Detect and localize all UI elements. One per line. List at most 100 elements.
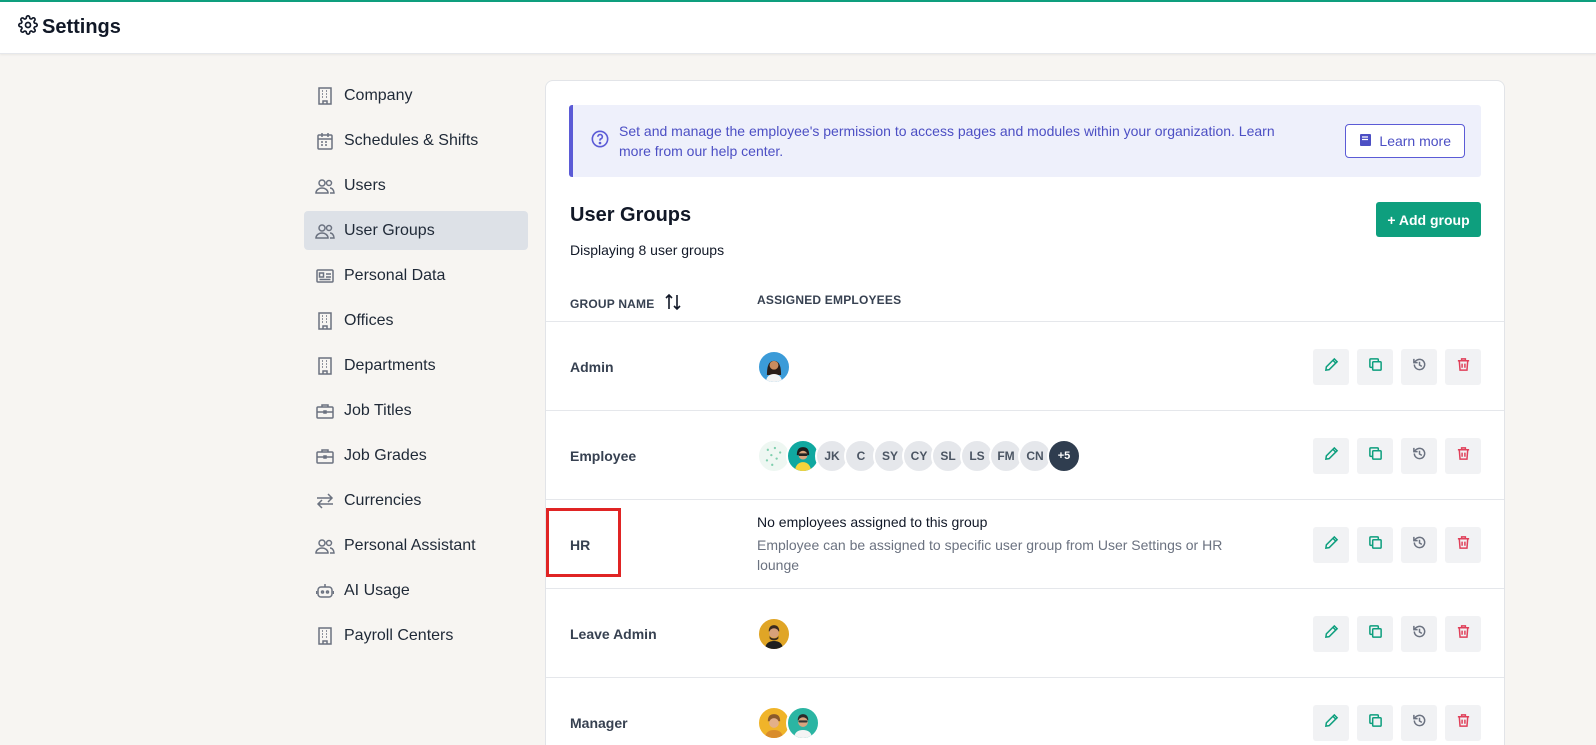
sidebar-item-departments[interactable]: Departments (304, 346, 528, 385)
group-name[interactable]: Admin (570, 322, 614, 411)
building-icon (314, 355, 336, 377)
delete-button[interactable] (1445, 437, 1481, 474)
avatar[interactable] (786, 705, 820, 740)
sidebar-item-label: Job Titles (344, 401, 412, 419)
table-row: Employee JK C SY CY SL LS FM CN +5 (546, 410, 1504, 499)
history-button[interactable] (1401, 615, 1437, 652)
info-banner: Set and manage the employee's permission… (569, 105, 1481, 177)
edit-button[interactable] (1313, 615, 1349, 652)
edit-button[interactable] (1313, 437, 1349, 474)
history-icon (1412, 713, 1427, 733)
edit-button[interactable] (1313, 704, 1349, 741)
sidebar-item-job-titles[interactable]: Job Titles (304, 391, 528, 430)
sidebar-item-label: AI Usage (344, 581, 410, 599)
trash-icon (1456, 713, 1471, 733)
sidebar-item-label: User Groups (344, 221, 435, 239)
trash-icon (1456, 535, 1471, 555)
sidebar-item-job-grades[interactable]: Job Grades (304, 436, 528, 475)
column-header-assigned-employees: ASSIGNED EMPLOYEES (757, 293, 901, 307)
history-icon (1412, 535, 1427, 555)
assigned-employees (757, 322, 791, 411)
edit-button[interactable] (1313, 526, 1349, 563)
sidebar-item-users[interactable]: Users (304, 166, 528, 205)
history-button[interactable] (1401, 348, 1437, 385)
book-icon (1359, 133, 1372, 150)
section-title: User Groups (570, 204, 692, 226)
learn-more-label: Learn more (1379, 133, 1451, 149)
duplicate-button[interactable] (1357, 437, 1393, 474)
add-group-button[interactable]: + Add group (1376, 202, 1481, 237)
empty-state-title: No employees assigned to this group (757, 514, 988, 530)
users-icon (314, 220, 336, 242)
history-button[interactable] (1401, 437, 1437, 474)
duplicate-button[interactable] (1357, 348, 1393, 385)
copy-icon (1368, 713, 1383, 733)
more-avatars-badge[interactable]: +5 (1047, 438, 1081, 473)
history-button[interactable] (1401, 704, 1437, 741)
column-header-label: GROUP NAME (570, 296, 655, 311)
duplicate-button[interactable] (1357, 704, 1393, 741)
column-header-label: ASSIGNED EMPLOYEES (757, 293, 902, 307)
robot-icon (314, 580, 336, 602)
learn-more-button[interactable]: Learn more (1345, 124, 1465, 158)
id-card-icon (314, 265, 336, 287)
sidebar-item-schedules[interactable]: Schedules & Shifts (304, 121, 528, 160)
group-name[interactable]: Employee (570, 411, 636, 500)
edit-button[interactable] (1313, 348, 1349, 385)
trash-icon (1456, 446, 1471, 466)
trash-icon (1456, 357, 1471, 377)
sidebar-item-currencies[interactable]: Currencies (304, 481, 528, 520)
sidebar-item-label: Currencies (344, 491, 422, 509)
sidebar-item-payroll-centers[interactable]: Payroll Centers (304, 616, 528, 655)
delete-button[interactable] (1445, 348, 1481, 385)
avatar[interactable] (757, 349, 791, 384)
briefcase-icon (314, 400, 336, 422)
sidebar-item-offices[interactable]: Offices (304, 301, 528, 340)
duplicate-button[interactable] (1357, 615, 1393, 652)
table-row: Manager (546, 677, 1504, 745)
delete-button[interactable] (1445, 526, 1481, 563)
page-title: Settings (42, 16, 121, 38)
sidebar-item-company[interactable]: Company (304, 76, 528, 115)
exchange-icon (314, 490, 336, 512)
table-row: Admin (546, 321, 1504, 410)
empty-state-subtitle: Employee can be assigned to specific use… (757, 537, 1223, 573)
briefcase-icon (314, 445, 336, 467)
gear-icon (18, 15, 38, 40)
sidebar-item-label: Payroll Centers (344, 626, 454, 644)
copy-icon (1368, 535, 1383, 555)
app-header: Settings (0, 2, 1596, 54)
assigned-employees-empty: No employees assigned to this group Empl… (757, 500, 1247, 589)
group-name[interactable]: Manager (570, 678, 628, 745)
assigned-employees (757, 678, 820, 745)
row-actions (1313, 678, 1481, 745)
delete-button[interactable] (1445, 615, 1481, 652)
table-row: HR No employees assigned to this group E… (546, 499, 1504, 588)
building-icon (314, 310, 336, 332)
table-row: Leave Admin (546, 588, 1504, 677)
user-groups-card: Set and manage the employee's permission… (545, 80, 1505, 745)
building-icon (314, 85, 336, 107)
sidebar-item-user-groups[interactable]: User Groups (304, 211, 528, 250)
history-icon (1412, 624, 1427, 644)
sidebar-item-ai-usage[interactable]: AI Usage (304, 571, 528, 610)
sort-icon[interactable] (664, 293, 682, 314)
history-icon (1412, 446, 1427, 466)
avatar[interactable] (757, 616, 791, 651)
row-actions (1313, 589, 1481, 678)
building-icon (314, 625, 336, 647)
group-name[interactable]: Leave Admin (570, 589, 657, 678)
sidebar-item-personal-assistant[interactable]: Personal Assistant (304, 526, 528, 565)
calendar-icon (314, 130, 336, 152)
history-button[interactable] (1401, 526, 1437, 563)
sidebar-item-personal-data[interactable]: Personal Data (304, 256, 528, 295)
assigned-employees: JK C SY CY SL LS FM CN +5 (757, 411, 1081, 500)
duplicate-button[interactable] (1357, 526, 1393, 563)
assigned-employees (757, 589, 791, 678)
row-actions (1313, 500, 1481, 589)
delete-button[interactable] (1445, 704, 1481, 741)
sidebar-item-label: Users (344, 176, 386, 194)
history-icon (1412, 357, 1427, 377)
row-actions (1313, 411, 1481, 500)
users-icon (314, 535, 336, 557)
